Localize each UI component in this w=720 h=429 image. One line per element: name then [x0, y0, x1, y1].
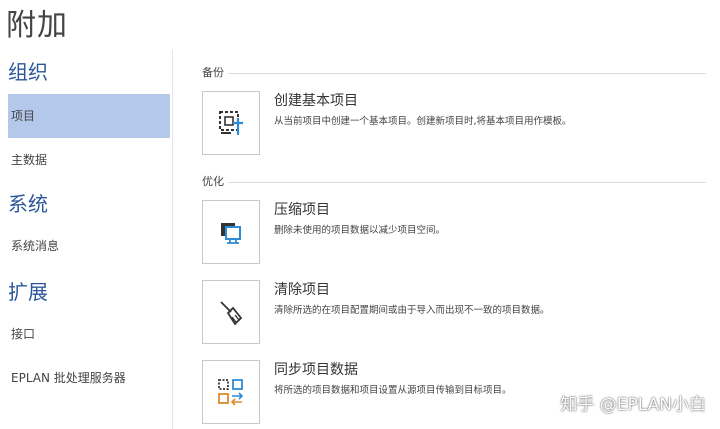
command-title: 压缩项目: [274, 202, 330, 218]
command-description: 从当前项目中创建一个基本项目。创建新项目时,将基本项目用作模板。: [274, 116, 572, 127]
section-header-system: 系统: [8, 192, 48, 216]
watermark: 知乎 @EPLAN小白: [560, 395, 706, 415]
command-description: 清除所选的在项目配置期间或由于导入而出现不一致的项目数据。: [274, 305, 550, 316]
page-title: 附加: [6, 8, 68, 43]
command-title: 创建基本项目: [274, 93, 358, 109]
command-title: 清除项目: [274, 282, 330, 298]
section-header-extensions: 扩展: [8, 280, 48, 304]
clean-project-command[interactable]: 清除项目 清除所选的在项目配置期间或由于导入而出现不一致的项目数据。: [202, 280, 702, 344]
sidebar-item-system-messages[interactable]: 系统消息: [8, 224, 170, 268]
sidebar-item-project[interactable]: 项目: [8, 94, 170, 138]
group-header-optimize: 优化: [202, 175, 224, 188]
sidebar-item-master-data[interactable]: 主数据: [8, 138, 170, 182]
compress-project-icon: [202, 200, 260, 264]
compress-project-command[interactable]: 压缩项目 删除未使用的项目数据以减少项目空间。: [202, 200, 702, 264]
group-header-backup: 备份: [202, 66, 224, 79]
sidebar-item-batch-server[interactable]: EPLAN 批处理服务器: [8, 356, 170, 400]
sidebar-item-interfaces[interactable]: 接口: [8, 312, 170, 356]
group-divider: [228, 73, 706, 74]
base-project-icon: [202, 91, 260, 155]
command-title: 同步项目数据: [274, 362, 358, 378]
command-description: 将所选的项目数据和项目设置从源项目传输到目标项目。: [274, 385, 512, 396]
create-base-project-command[interactable]: 创建基本项目 从当前项目中创建一个基本项目。创建新项目时,将基本项目用作模板。: [202, 91, 702, 155]
sidebar: 组织 项目 主数据 系统 系统消息 扩展 接口 EPLAN 批处理服务器: [0, 50, 173, 429]
section-header-organization: 组织: [8, 60, 48, 84]
broom-icon: [202, 280, 260, 344]
command-description: 删除未使用的项目数据以减少项目空间。: [274, 225, 446, 236]
sync-project-icon: [202, 360, 260, 424]
group-divider: [228, 182, 706, 183]
